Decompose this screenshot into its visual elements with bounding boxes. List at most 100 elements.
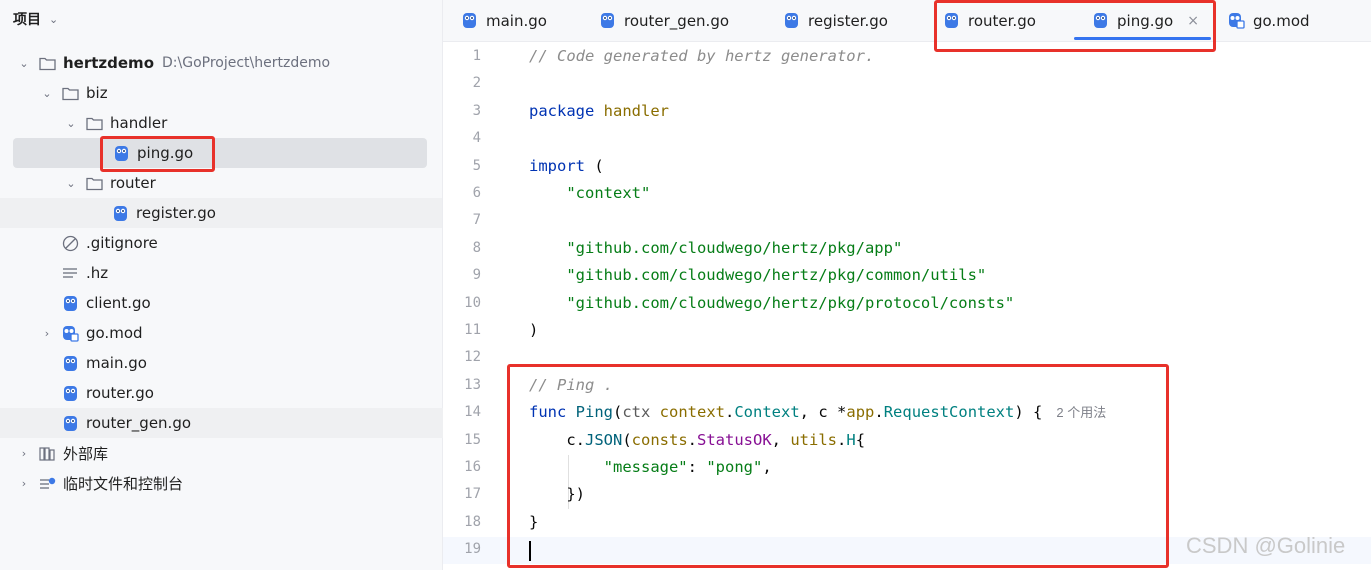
tab-label: register.go	[808, 11, 888, 30]
go-file-icon	[62, 295, 79, 312]
go-file-icon	[62, 385, 79, 402]
tree-item-client-go[interactable]: client.go	[0, 288, 482, 318]
tree-item-scratches[interactable]: › 临时文件和控制台	[0, 468, 459, 498]
expand-arrow-icon[interactable]: ⌄	[40, 87, 54, 100]
line-number: 12	[464, 349, 481, 366]
go-file-icon	[62, 415, 79, 432]
tree-item-external-libraries[interactable]: › 外部库	[0, 438, 459, 468]
project-panel-title[interactable]: 项目	[13, 9, 41, 29]
line-number: 3	[472, 102, 481, 119]
code-line[interactable]: "github.com/cloudwego/hertz/pkg/common/u…	[529, 262, 986, 289]
tree-item-label: register.go	[136, 204, 216, 222]
tree-item-biz[interactable]: ⌄ biz	[0, 78, 482, 108]
expand-arrow-icon[interactable]: ›	[17, 477, 31, 490]
tree-item-label: 临时文件和控制台	[63, 474, 184, 493]
tree-item-label: 外部库	[63, 444, 109, 463]
go-file-icon	[461, 12, 478, 29]
code-token: import	[529, 156, 595, 175]
tree-item-router[interactable]: ⌄ router	[0, 168, 506, 198]
code-token: "context"	[566, 184, 651, 202]
code-token: package	[529, 101, 604, 120]
tree-item-go-mod[interactable]: › go.mod	[0, 318, 482, 348]
code-line[interactable]: import (	[529, 153, 604, 180]
go-mod-icon	[1228, 12, 1245, 29]
tree-item-label: .gitignore	[86, 234, 158, 252]
tree-item-label: go.mod	[86, 324, 143, 342]
code-token: "github.com/cloudwego/hertz/pkg/common/u…	[566, 266, 987, 285]
scratches-icon	[39, 475, 56, 492]
line-number: 9	[472, 267, 481, 284]
expand-arrow-icon[interactable]: ⌄	[17, 57, 31, 70]
go-file-icon	[62, 355, 79, 372]
tree-item-main-go[interactable]: main.go	[0, 348, 482, 378]
line-number: 15	[464, 431, 481, 448]
tab-register-go[interactable]: register.go	[783, 0, 888, 41]
go-file-icon	[783, 12, 800, 29]
tree-item-label: router	[110, 174, 156, 192]
line-number: 11	[464, 322, 481, 338]
tree-item-handler[interactable]: ⌄ handler	[0, 108, 506, 138]
go-file-icon	[599, 12, 616, 29]
expand-arrow-icon[interactable]: ›	[17, 447, 31, 460]
folder-icon	[86, 175, 103, 192]
code-line[interactable]: "github.com/cloudwego/hertz/pkg/protocol…	[529, 290, 1014, 317]
line-number: 7	[472, 212, 481, 229]
code-token: handler	[603, 101, 669, 120]
line-number: 17	[464, 486, 481, 503]
folder-icon	[86, 115, 103, 132]
line-number: 8	[472, 239, 481, 256]
chevron-down-icon[interactable]: ⌄	[49, 13, 58, 26]
go-mod-icon	[62, 325, 79, 342]
expand-arrow-icon[interactable]: ›	[40, 327, 54, 340]
project-path: D:\GoProject\hertzdemo	[162, 55, 331, 71]
tree-item-label: client.go	[86, 294, 151, 312]
library-icon	[39, 445, 56, 462]
tree-item-ping-go[interactable]: ping.go	[13, 138, 427, 168]
line-number: 6	[472, 185, 481, 201]
tree-item-gitignore[interactable]: .gitignore	[0, 228, 482, 258]
code-token: "github.com/cloudwego/hertz/pkg/protocol…	[566, 293, 1015, 312]
expand-arrow-icon[interactable]: ⌄	[64, 177, 78, 190]
code-line[interactable]: // Code generated by hertz generator.	[529, 43, 874, 70]
line-number: 14	[464, 404, 481, 421]
line-number: 4	[472, 130, 481, 147]
annotation-box-ping-file	[100, 136, 215, 172]
line-number: 18	[464, 513, 481, 530]
code-line[interactable]: "github.com/cloudwego/hertz/pkg/app"	[529, 235, 902, 262]
tree-item-label: router.go	[86, 384, 154, 402]
code-line[interactable]: package handler	[529, 98, 669, 125]
editor-tab-bar: main.go router_gen.go register.go router…	[443, 0, 1371, 42]
project-panel-header[interactable]: 项目 ⌄	[13, 8, 58, 30]
line-number: 2	[472, 75, 481, 92]
line-number: 16	[464, 459, 481, 475]
tree-item-label: hertzdemo	[63, 54, 154, 72]
tree-item-router-go[interactable]: router.go	[0, 378, 482, 408]
annotation-box-tabs	[934, 0, 1216, 52]
tree-item-label: .hz	[86, 264, 109, 282]
tree-item-hertzdemo[interactable]: ⌄ hertzdemo D:\GoProject\hertzdemo	[0, 48, 459, 78]
tree-item-label: main.go	[86, 354, 147, 372]
expand-arrow-icon[interactable]: ⌄	[64, 117, 78, 130]
line-number: 10	[464, 294, 481, 311]
watermark: CSDN @Golinie	[1186, 533, 1346, 558]
line-number: 19	[464, 541, 481, 558]
line-number: 13	[464, 376, 481, 393]
ignore-file-icon	[62, 235, 79, 252]
code-line[interactable]: "context"	[529, 180, 650, 207]
tree-item-router-gen-go[interactable]: router_gen.go	[0, 408, 482, 438]
code-line[interactable]: )	[529, 317, 538, 344]
tab-router-gen-go[interactable]: router_gen.go	[599, 0, 729, 41]
tab-go-mod[interactable]: go.mod	[1228, 0, 1310, 41]
tree-item-label: biz	[86, 84, 108, 102]
tree-item-hz[interactable]: .hz	[0, 258, 482, 288]
tree-item-register-go[interactable]: register.go	[0, 198, 442, 228]
tab-main-go[interactable]: main.go	[461, 0, 547, 41]
folder-icon	[62, 85, 79, 102]
text-file-icon	[62, 265, 79, 282]
code-token: "github.com/cloudwego/hertz/pkg/app"	[566, 238, 903, 257]
code-token: )	[529, 321, 539, 339]
